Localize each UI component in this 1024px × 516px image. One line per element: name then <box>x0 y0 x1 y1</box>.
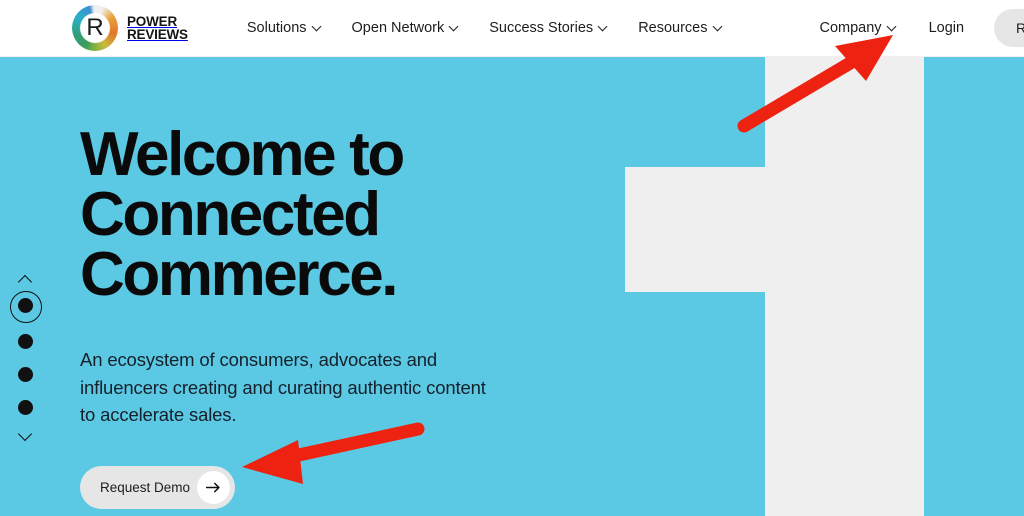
nav-item-label: Open Network <box>351 20 445 36</box>
numeral-one-notch <box>705 57 765 167</box>
nav-item-login[interactable]: Login <box>913 0 980 57</box>
chevron-down-icon <box>714 22 723 31</box>
chevron-up-icon[interactable] <box>16 272 34 286</box>
site-header: R POWER REVIEWS Solutions Open Network S… <box>0 0 1024 57</box>
nav-item-success-stories[interactable]: Success Stories <box>474 0 623 57</box>
chevron-down-icon <box>313 22 322 31</box>
numeral-one-flag <box>625 167 765 292</box>
request-demo-button-header[interactable]: Request Demo <box>994 9 1024 47</box>
carousel-dot-3[interactable] <box>17 367 33 382</box>
carousel-dot-4[interactable] <box>17 400 33 415</box>
nav-item-label: Login <box>928 20 965 36</box>
hero-heading: Welcome to Connected Commerce. <box>80 120 405 309</box>
carousel-dot-2[interactable] <box>17 334 33 349</box>
brand-wordmark: POWER REVIEWS <box>127 13 188 42</box>
hero-section: Welcome to Connected Commerce. An ecosys… <box>0 57 1024 516</box>
request-demo-button-hero[interactable]: Request Demo <box>80 465 235 509</box>
chevron-down-icon <box>599 22 608 31</box>
arrow-right-icon <box>197 470 230 504</box>
nav-item-label: Company <box>819 20 882 36</box>
nav-item-label: Solutions <box>246 20 307 36</box>
primary-navigation: Solutions Open Network Success Stories R… <box>232 0 738 57</box>
chevron-down-icon <box>888 22 897 31</box>
nav-item-label: Resources <box>638 20 708 36</box>
nav-item-solutions[interactable]: Solutions <box>232 0 337 57</box>
request-demo-label: Request Demo <box>100 479 191 495</box>
chevron-down-icon <box>450 22 459 31</box>
brand-logo-link[interactable]: R POWER REVIEWS <box>72 5 188 51</box>
secondary-navigation: Company Login Request Demo <box>804 0 1024 57</box>
chevron-down-icon[interactable] <box>16 429 34 443</box>
hero-subheading: An ecosystem of consumers, advocates and… <box>80 349 486 425</box>
carousel-dot-1[interactable] <box>10 290 42 323</box>
nav-item-resources[interactable]: Resources <box>623 0 737 57</box>
hero-carousel-rail <box>10 272 42 443</box>
numeral-one-stem <box>765 57 924 516</box>
powerreviews-r-logo-icon: R <box>72 5 118 51</box>
page-root: R POWER REVIEWS Solutions Open Network S… <box>0 0 1024 516</box>
hero-copy-block: Welcome to Connected Commerce. An ecosys… <box>80 120 600 509</box>
nav-item-label: Success Stories <box>489 20 594 36</box>
nav-item-open-network[interactable]: Open Network <box>337 0 475 57</box>
carousel-dots <box>10 290 42 415</box>
nav-item-company[interactable]: Company <box>804 0 913 57</box>
